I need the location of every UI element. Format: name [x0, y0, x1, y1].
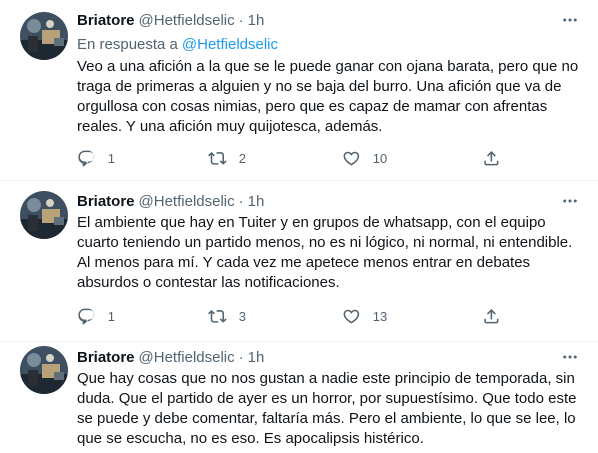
- tweet-text: El ambiente que hay en Tuiter y en grupo…: [77, 214, 573, 291]
- avatar-image: [20, 191, 68, 239]
- reply-context: En respuesta a @Hetfieldselic: [77, 36, 278, 53]
- tweet-header: Briatore @Hetfieldselic · 1h: [77, 347, 264, 367]
- share-icon: [484, 150, 499, 166]
- reply-count: 1: [107, 308, 115, 324]
- retweet-count: 2: [238, 150, 246, 166]
- tweet-actions: 1 3 13: [77, 306, 507, 326]
- avatar[interactable]: [20, 191, 68, 239]
- tweet-text: Veo a una afición a la que se le puede g…: [77, 58, 579, 135]
- tweet[interactable]: Briatore @Hetfieldselic · 1h En respuest…: [0, 0, 598, 181]
- tweet[interactable]: Briatore @Hetfieldselic · 1h El ambiente…: [0, 181, 598, 342]
- timestamp[interactable]: 1h: [248, 349, 265, 366]
- avatar-image: [20, 346, 68, 394]
- heart-icon: [343, 151, 360, 166]
- retweet-icon: [208, 151, 227, 165]
- reply-prefix: En respuesta a: [77, 36, 178, 53]
- share-icon: [484, 308, 499, 324]
- avatar-image: [20, 12, 68, 60]
- separator-dot: ·: [238, 348, 244, 366]
- timestamp[interactable]: 1h: [248, 12, 265, 29]
- timestamp[interactable]: 1h: [248, 193, 265, 210]
- tweet[interactable]: Briatore @Hetfieldselic · 1h Que hay cos…: [0, 342, 598, 453]
- tweet-header: Briatore @Hetfieldselic · 1h: [77, 191, 264, 211]
- reply-button[interactable]: 1: [77, 306, 115, 326]
- author-handle[interactable]: @Hetfieldselic: [139, 12, 235, 29]
- more-icon[interactable]: [560, 191, 580, 211]
- like-count: 13: [372, 308, 388, 324]
- author-name[interactable]: Briatore: [77, 12, 135, 29]
- reply-count: 1: [107, 150, 115, 166]
- tweet-text: Que hay cosas que no nos gustan a nadie …: [77, 370, 577, 447]
- reply-handle-link[interactable]: @Hetfieldselic: [182, 36, 278, 53]
- avatar[interactable]: [20, 346, 68, 394]
- tweet-actions: 1 2 10: [77, 148, 507, 168]
- retweet-icon: [208, 309, 227, 323]
- reply-icon: [78, 150, 95, 167]
- author-handle[interactable]: @Hetfieldselic: [139, 193, 235, 210]
- heart-icon: [343, 309, 360, 324]
- retweet-button[interactable]: 3: [208, 306, 246, 326]
- more-icon[interactable]: [560, 347, 580, 367]
- author-handle[interactable]: @Hetfieldselic: [139, 349, 235, 366]
- retweet-count: 3: [238, 308, 246, 324]
- reply-icon: [78, 308, 95, 325]
- like-button[interactable]: 10: [342, 148, 387, 168]
- like-count: 10: [372, 150, 388, 166]
- tweet-header: Briatore @Hetfieldselic · 1h: [77, 10, 264, 30]
- reply-button[interactable]: 1: [77, 148, 115, 168]
- more-icon[interactable]: [560, 10, 580, 30]
- avatar[interactable]: [20, 12, 68, 60]
- share-button[interactable]: [482, 306, 501, 326]
- share-button[interactable]: [482, 148, 501, 168]
- separator-dot: ·: [238, 192, 244, 210]
- separator-dot: ·: [238, 11, 244, 29]
- author-name[interactable]: Briatore: [77, 193, 135, 210]
- retweet-button[interactable]: 2: [208, 148, 246, 168]
- author-name[interactable]: Briatore: [77, 349, 135, 366]
- like-button[interactable]: 13: [342, 306, 387, 326]
